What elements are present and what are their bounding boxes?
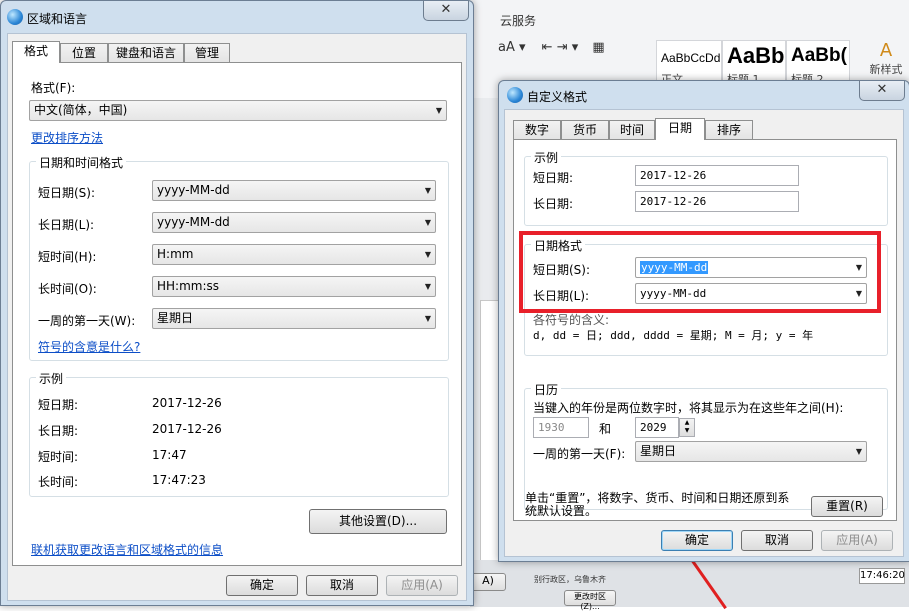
short-time-select[interactable]: H:mm ▼: [152, 244, 436, 265]
style-normal[interactable]: AaBbCcDd 正文: [656, 40, 722, 82]
tab-keyboard-language[interactable]: 键盘和语言: [108, 43, 184, 63]
style-heading-1[interactable]: AaBb 标题 1: [722, 40, 786, 82]
bg-clock: 17:46:20: [859, 568, 905, 584]
highlight-box: [519, 231, 881, 313]
symbol-note-label: 各符号的含义:: [533, 313, 610, 327]
example-long-date-label: 长日期:: [38, 424, 79, 438]
format-label: 格式(F):: [31, 81, 76, 95]
titlebar[interactable]: 自定义格式 ✕: [499, 81, 909, 109]
customize-format-dialog: 自定义格式 ✕ 数字 货币 时间 日期 排序 示例 短日期: 2017-12-2…: [498, 80, 909, 562]
long-time-label: 长时间(O):: [38, 282, 97, 296]
tab-sort[interactable]: 排序: [705, 120, 753, 140]
date-tab-panel: 示例 短日期: 2017-12-26 长日期: 2017-12-26 日期格式 …: [513, 139, 897, 521]
globe-icon: [507, 87, 523, 103]
long-date-select[interactable]: yyyy-MM-dd ▼: [152, 212, 436, 233]
example-group-title: 示例: [36, 370, 67, 387]
two-digit-year-label: 当键入的年份是两位数字时，将其显示为在这些年之间(H):: [533, 401, 844, 415]
example-short-time-value: 17:47: [152, 448, 187, 462]
symbols-meaning-link[interactable]: 符号的含意是什么?: [38, 338, 140, 355]
ok-button[interactable]: 确定: [661, 530, 733, 551]
close-icon[interactable]: ✕: [859, 81, 905, 101]
tab-number[interactable]: 数字: [513, 120, 561, 140]
short-time-label: 短时间(H):: [38, 250, 97, 264]
bg-apply-fragment: A): [470, 573, 506, 591]
chevron-down-icon: ▼: [424, 314, 431, 323]
table-icon[interactable]: ▦: [592, 40, 604, 55]
chevron-down-icon: ▼: [855, 447, 862, 456]
indent-icon[interactable]: ⇤ ⇥ ▾: [542, 40, 579, 55]
example-short-time-label: 短时间:: [38, 450, 79, 464]
year-spinner[interactable]: ▲ ▼: [679, 418, 695, 437]
and-label: 和: [599, 422, 612, 436]
cancel-button[interactable]: 取消: [741, 530, 813, 551]
chevron-down-icon: ▼: [424, 186, 431, 195]
first-day-label: 一周的第一天(W):: [38, 314, 136, 328]
close-icon[interactable]: ✕: [423, 1, 469, 21]
date-example-title: 示例: [531, 149, 562, 166]
bg-timezone-text: 别行政区，乌鲁木齐: [534, 575, 606, 584]
background-dialog-strip: A) 别行政区，乌鲁木齐 更改时区(Z)...: [470, 560, 909, 611]
new-style-icon: A: [879, 40, 893, 61]
first-day-select[interactable]: 星期日 ▼: [152, 308, 436, 329]
calendar-group-title: 日历: [531, 381, 562, 398]
year-from-box: 1930: [533, 417, 589, 438]
dialog-client: 数字 货币 时间 日期 排序 示例 短日期: 2017-12-26 长日期: 2…: [504, 109, 904, 557]
example-short-date-label: 短日期:: [38, 398, 79, 412]
apply-button[interactable]: 应用(A): [386, 575, 458, 596]
dialog-client: 格式 位置 键盘和语言 管理 格式(F): 中文(简体，中国) ▼ 更改排序方法…: [7, 33, 467, 601]
font-tools-row: aA ▾ ⇤ ⇥ ▾ ▦: [498, 40, 658, 62]
new-style-button[interactable]: A 新样式: [864, 40, 908, 80]
globe-icon: [7, 9, 23, 25]
apply-button[interactable]: 应用(A): [821, 530, 893, 551]
change-sort-link[interactable]: 更改排序方法: [31, 129, 103, 146]
format-tab-panel: 格式(F): 中文(简体，中国) ▼ 更改排序方法 日期和时间格式 短日期(S)…: [12, 62, 462, 566]
year-to-input[interactable]: 2029: [635, 417, 679, 438]
cancel-button[interactable]: 取消: [306, 575, 378, 596]
font-size-icon[interactable]: aA ▾: [498, 40, 526, 55]
format-select[interactable]: 中文(简体，中国) ▼: [29, 100, 447, 121]
ribbon-tab-cloud[interactable]: 云服务: [500, 12, 536, 29]
date-example-group: 示例 短日期: 2017-12-26 长日期: 2017-12-26: [524, 149, 888, 226]
short-date-example-box: 2017-12-26: [635, 165, 799, 186]
dialog-title: 区域和语言: [27, 12, 88, 26]
short-date-example-label: 短日期:: [533, 171, 574, 185]
tab-location[interactable]: 位置: [60, 43, 108, 63]
symbol-legend: d, dd = 日; ddd, dddd = 星期; M = 月; y = 年: [533, 329, 814, 342]
example-short-date-value: 2017-12-26: [152, 396, 222, 410]
example-long-time-label: 长时间:: [38, 475, 79, 489]
style-heading-2[interactable]: AaBb( 标题 2: [786, 40, 850, 82]
long-time-select[interactable]: HH:mm:ss ▼: [152, 276, 436, 297]
chevron-down-icon: ▼: [424, 218, 431, 227]
long-date-label: 长日期(L):: [38, 218, 95, 232]
dialog-title: 自定义格式: [527, 90, 588, 104]
other-settings-button[interactable]: 其他设置(D)...: [309, 509, 447, 534]
reset-description: 单击“重置”，将数字、货币、时间和日期还原到系统默认设置。: [525, 491, 790, 518]
example-long-date-value: 2017-12-26: [152, 422, 222, 436]
region-language-dialog: 区域和语言 ✕ 格式 位置 键盘和语言 管理 格式(F): 中文(简体，中国) …: [0, 0, 474, 606]
first-day-label: 一周的第一天(F):: [533, 447, 626, 461]
bg-change-timezone-button: 更改时区(Z)...: [564, 590, 616, 611]
titlebar[interactable]: 区域和语言 ✕: [1, 1, 473, 29]
tab-time[interactable]: 时间: [609, 120, 655, 140]
short-date-label: 短日期(S):: [38, 186, 96, 200]
chevron-down-icon: ▼: [424, 250, 431, 259]
tab-admin[interactable]: 管理: [184, 43, 230, 63]
tab-date[interactable]: 日期: [655, 118, 705, 140]
online-info-link[interactable]: 联机获取更改语言和区域格式的信息: [31, 541, 223, 558]
long-date-example-box: 2017-12-26: [635, 191, 799, 212]
chevron-down-icon: ▼: [435, 106, 442, 115]
tab-currency[interactable]: 货币: [561, 120, 609, 140]
short-date-select[interactable]: yyyy-MM-dd ▼: [152, 180, 436, 201]
example-long-time-value: 17:47:23: [152, 473, 206, 487]
ok-button[interactable]: 确定: [226, 575, 298, 596]
chevron-down-icon: ▼: [424, 282, 431, 291]
long-date-example-label: 长日期:: [533, 197, 574, 211]
reset-button[interactable]: 重置(R): [811, 496, 883, 517]
example-group: 示例 短日期: 2017-12-26 长日期: 2017-12-26 短时间: …: [29, 370, 449, 497]
first-day-select[interactable]: 星期日 ▼: [635, 441, 867, 462]
tab-format[interactable]: 格式: [12, 41, 60, 63]
datetime-group-title: 日期和时间格式: [36, 154, 127, 171]
datetime-format-group: 日期和时间格式 短日期(S): yyyy-MM-dd ▼ 长日期(L): yyy…: [29, 154, 449, 361]
